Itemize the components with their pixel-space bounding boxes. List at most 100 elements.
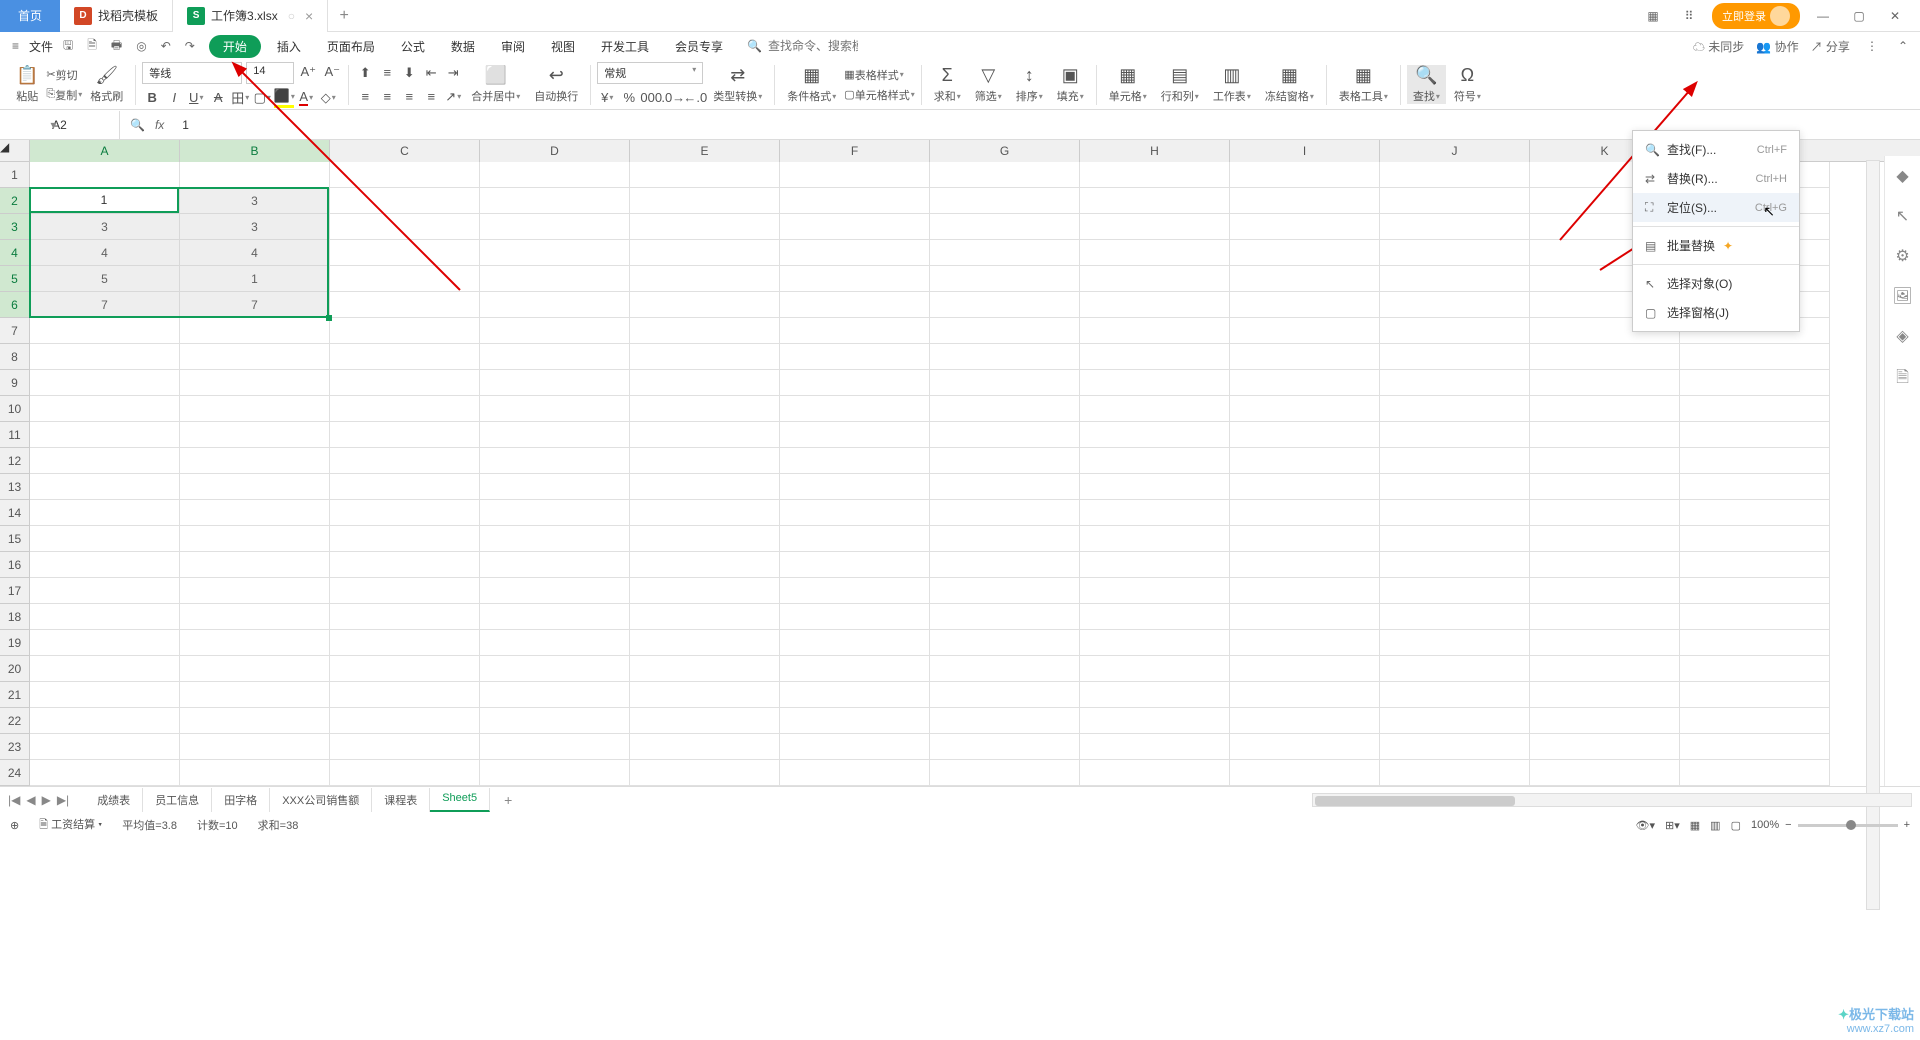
side-select-icon[interactable]: ↖ — [1896, 206, 1909, 226]
cell[interactable] — [1680, 370, 1830, 396]
cell[interactable] — [930, 656, 1080, 682]
col-header-g[interactable]: G — [930, 140, 1080, 162]
menu-select-pane[interactable]: ▢选择窗格(J) — [1633, 298, 1799, 327]
zoom-control[interactable]: 100% − + — [1751, 819, 1910, 831]
cell[interactable] — [1230, 708, 1380, 734]
row-header[interactable]: 7 — [0, 318, 30, 344]
row-header[interactable]: 2 — [0, 188, 30, 214]
inc-font-button[interactable]: A⁺ — [298, 62, 318, 82]
cell[interactable] — [480, 734, 630, 760]
view-icon[interactable]: 👁▾ — [1636, 819, 1656, 832]
cell[interactable] — [630, 604, 780, 630]
cell[interactable] — [180, 552, 330, 578]
file-menu[interactable]: 文件 — [29, 38, 53, 55]
cell[interactable] — [480, 630, 630, 656]
cell[interactable] — [1380, 682, 1530, 708]
cell[interactable] — [1380, 656, 1530, 682]
cell[interactable] — [930, 682, 1080, 708]
cell[interactable] — [1230, 292, 1380, 318]
row-header[interactable]: 20 — [0, 656, 30, 682]
cell[interactable] — [1680, 396, 1830, 422]
side-location-icon[interactable]: ◈ — [1896, 326, 1908, 346]
cell[interactable] — [630, 526, 780, 552]
cell[interactable] — [330, 266, 480, 292]
cell[interactable] — [1380, 448, 1530, 474]
cell[interactable] — [630, 552, 780, 578]
cell[interactable] — [180, 526, 330, 552]
cell[interactable] — [630, 162, 780, 188]
cell[interactable]: 3 — [30, 214, 180, 240]
cell[interactable] — [480, 474, 630, 500]
command-search-input[interactable] — [768, 39, 858, 53]
row-header[interactable]: 10 — [0, 396, 30, 422]
cell[interactable] — [930, 318, 1080, 344]
sync-status[interactable]: ☁ 未同步 — [1693, 38, 1744, 55]
cell[interactable] — [330, 734, 480, 760]
menu-find[interactable]: 🔍查找(F)... Ctrl+F — [1633, 135, 1799, 164]
cell[interactable] — [1080, 318, 1230, 344]
menu-tab-view[interactable]: 视图 — [541, 34, 585, 59]
cell[interactable]: 4 — [30, 240, 180, 266]
cell-fmt-button[interactable]: ▢ 单元格样式▾ — [844, 87, 914, 103]
cell[interactable] — [330, 630, 480, 656]
cell[interactable] — [780, 682, 930, 708]
cell[interactable] — [780, 266, 930, 292]
cell[interactable] — [330, 578, 480, 604]
cell[interactable] — [330, 188, 480, 214]
cell[interactable] — [630, 448, 780, 474]
row-header[interactable]: 9 — [0, 370, 30, 396]
cell[interactable] — [30, 604, 180, 630]
strike-button[interactable]: A — [208, 88, 228, 108]
cell[interactable] — [480, 188, 630, 214]
cell[interactable] — [480, 344, 630, 370]
cell[interactable] — [930, 604, 1080, 630]
cell[interactable] — [30, 734, 180, 760]
col-header-d[interactable]: D — [480, 140, 630, 162]
cell[interactable] — [1530, 760, 1680, 786]
border-button[interactable]: 田▾ — [230, 88, 250, 108]
cell[interactable] — [930, 448, 1080, 474]
cell[interactable] — [780, 708, 930, 734]
cell[interactable] — [1230, 500, 1380, 526]
cell[interactable] — [780, 500, 930, 526]
cell[interactable] — [480, 760, 630, 786]
cell[interactable] — [1380, 422, 1530, 448]
cell[interactable] — [1230, 682, 1380, 708]
cell[interactable] — [930, 578, 1080, 604]
row-header[interactable]: 5 — [0, 266, 30, 292]
menu-tab-review[interactable]: 审阅 — [491, 34, 535, 59]
cell[interactable] — [1530, 682, 1680, 708]
view-break-button[interactable]: ▢ — [1731, 819, 1741, 832]
cell[interactable] — [180, 370, 330, 396]
cell[interactable] — [630, 344, 780, 370]
add-sheet-button[interactable]: + — [494, 792, 522, 808]
cell[interactable] — [1530, 708, 1680, 734]
cell[interactable] — [930, 760, 1080, 786]
side-settings-icon[interactable]: ⚙ — [1895, 246, 1909, 266]
cell[interactable] — [630, 370, 780, 396]
cell[interactable] — [1530, 630, 1680, 656]
cell[interactable] — [780, 760, 930, 786]
sheet-tab-active[interactable]: Sheet5 — [430, 788, 490, 812]
align-center-button[interactable]: ≡ — [377, 87, 397, 107]
cell[interactable] — [780, 344, 930, 370]
orient-button[interactable]: ↗▾ — [443, 87, 463, 107]
cell[interactable] — [1380, 188, 1530, 214]
menu-select-objects[interactable]: ↖选择对象(O) — [1633, 269, 1799, 298]
cell[interactable] — [1380, 734, 1530, 760]
cell[interactable] — [30, 448, 180, 474]
cell[interactable] — [1080, 240, 1230, 266]
cell[interactable] — [1230, 448, 1380, 474]
cell[interactable] — [1230, 604, 1380, 630]
sort-button[interactable]: ↕排序▾ — [1010, 65, 1049, 104]
symbol-button[interactable]: Ω符号▾ — [1448, 65, 1487, 104]
grid-icon[interactable]: ▦ — [1640, 9, 1666, 23]
cell[interactable] — [1380, 266, 1530, 292]
table-fmt-button[interactable]: ▦ 表格样式▾ — [844, 67, 914, 83]
cell[interactable] — [1230, 552, 1380, 578]
cell[interactable] — [1080, 370, 1230, 396]
cell[interactable] — [330, 396, 480, 422]
cell[interactable] — [780, 448, 930, 474]
cell[interactable] — [1080, 344, 1230, 370]
row-header[interactable]: 22 — [0, 708, 30, 734]
